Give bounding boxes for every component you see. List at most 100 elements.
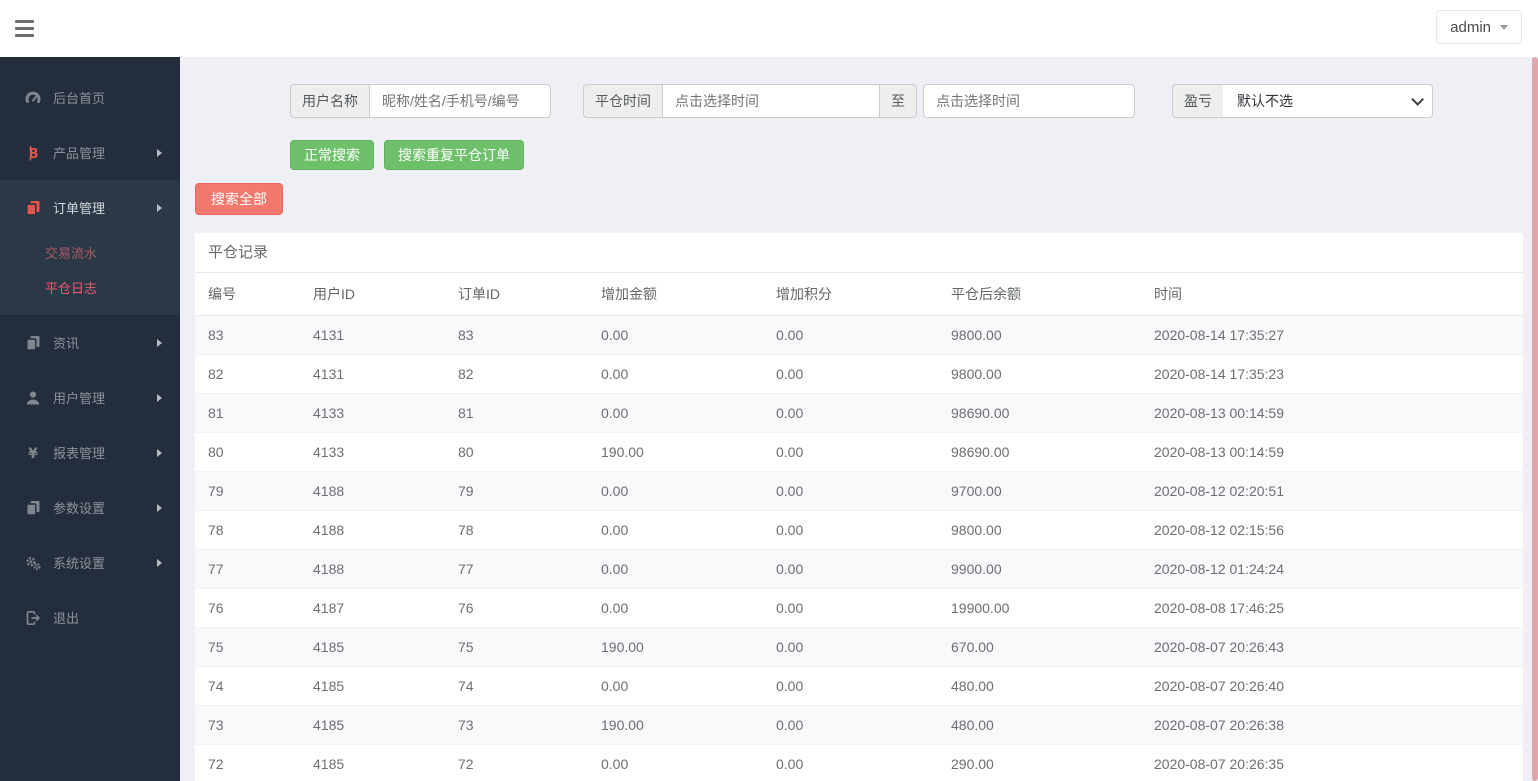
table-row: 78 4188 78 0.00 0.00 9800.00 2020-08-12 02:15:… (195, 510, 1523, 550)
chevron-right-icon (157, 338, 162, 347)
table-cell: 72 (195, 744, 305, 781)
profit-loss-label: 盈亏 (1172, 84, 1223, 118)
time-end-input[interactable] (923, 84, 1135, 118)
table-cell: 0.00 (768, 666, 943, 706)
sidebar-item-products[interactable]: B 产品管理 (0, 125, 180, 180)
search-all-button[interactable]: 搜索全部 (195, 183, 283, 215)
table-cell: 0.00 (768, 549, 943, 589)
table-cell: 4187 (305, 588, 450, 628)
user-menu-button[interactable]: admin (1436, 10, 1522, 44)
chevron-down-icon (1500, 24, 1508, 30)
table-cell: 0.00 (593, 549, 768, 589)
table-cell: 4133 (305, 393, 450, 433)
document-icon (25, 500, 42, 516)
chevron-right-icon (157, 148, 162, 157)
chevron-down-icon (1411, 92, 1424, 106)
time-start-input[interactable] (662, 84, 880, 118)
profit-loss-group: 盈亏 默认不选 (1172, 84, 1433, 118)
table-row: 72 4185 72 0.00 0.00 290.00 2020-08-07 20:26:3… (195, 744, 1523, 781)
profit-loss-select[interactable]: 默认不选 (1223, 84, 1433, 118)
table-cell: 2020-08-07 20:26:35 (1146, 744, 1523, 781)
column-header: 编号 (195, 273, 305, 316)
sidebar-item-params[interactable]: 参数设置 (0, 480, 180, 535)
sidebar-item-news[interactable]: 资讯 (0, 315, 180, 370)
table-cell: 79 (195, 471, 305, 511)
table-cell: 19900.00 (943, 588, 1146, 628)
table-cell: 77 (450, 549, 593, 589)
table-cell: 0.00 (593, 315, 768, 355)
yen-icon: ¥ (25, 445, 42, 461)
table-cell: 2020-08-13 00:14:59 (1146, 393, 1523, 433)
table-cell: 75 (450, 627, 593, 667)
sidebar-item-logout[interactable]: 退出 (0, 590, 180, 645)
table-cell: 4131 (305, 315, 450, 355)
table-cell: 81 (450, 393, 593, 433)
table-cell: 0.00 (593, 510, 768, 550)
column-header: 增加金额 (593, 273, 768, 316)
username-input[interactable] (369, 84, 551, 118)
sidebar-group-users: 用户管理 (0, 370, 180, 425)
document-icon (25, 335, 42, 351)
table-cell: 0.00 (768, 315, 943, 355)
dashboard-icon (25, 90, 42, 106)
table-cell: 72 (450, 744, 593, 781)
table-cell: 0.00 (768, 705, 943, 745)
gear-icon (25, 555, 42, 571)
table-cell: 4185 (305, 744, 450, 781)
table-cell: 9800.00 (943, 354, 1146, 394)
chevron-right-icon (157, 503, 162, 512)
table-cell: 2020-08-12 02:15:56 (1146, 510, 1523, 550)
table-cell: 73 (195, 705, 305, 745)
table-cell: 82 (195, 354, 305, 394)
table-cell: 0.00 (768, 354, 943, 394)
menu-toggle-icon[interactable] (15, 20, 34, 37)
table-cell: 81 (195, 393, 305, 433)
table-cell: 4185 (305, 666, 450, 706)
sidebar-item-label: 用户管理 (53, 391, 106, 406)
sidebar-item-orders[interactable]: 订单管理 (0, 180, 180, 235)
table-cell: 670.00 (943, 627, 1146, 667)
table-cell: 480.00 (943, 666, 1146, 706)
sidebar-item-label: 系统设置 (53, 556, 106, 571)
table-cell: 0.00 (768, 744, 943, 781)
page-scrollbar[interactable] (1532, 57, 1538, 781)
logout-icon (25, 610, 42, 626)
sidebar-item-close-log[interactable]: 平仓日志 (0, 270, 180, 305)
chevron-right-icon (157, 558, 162, 567)
table-cell: 4188 (305, 549, 450, 589)
sidebar-item-label: 报表管理 (53, 446, 106, 461)
table-cell: 75 (195, 627, 305, 667)
table-row: 82 4131 82 0.00 0.00 9800.00 2020-08-14 17:35:… (195, 354, 1523, 394)
sidebar-nav: 后台首页 B 产品管理 订单管理 交易流水 平仓日志资讯用户管理 ¥ 报表管理参数设置系统设置… (0, 57, 180, 645)
column-header: 订单ID (450, 273, 593, 316)
table-cell: 74 (450, 666, 593, 706)
table-body: 83 4131 83 0.00 0.00 9800.00 2020-08-14 17:35:… (195, 315, 1523, 781)
sidebar-item-label: 退出 (53, 611, 80, 626)
sidebar-item-trade-flow[interactable]: 交易流水 (0, 235, 180, 270)
sidebar-item-system[interactable]: 系统设置 (0, 535, 180, 590)
table-header-row: 编号 用户ID 订单ID 增加金额 增加积分 平仓后余额 时间 (195, 273, 1523, 316)
topbar: admin (0, 0, 1538, 57)
sidebar-item-reports[interactable]: ¥ 报表管理 (0, 425, 180, 480)
table-cell: 2020-08-14 17:35:23 (1146, 354, 1523, 394)
table-cell: 98690.00 (943, 393, 1146, 433)
table-row: 81 4133 81 0.00 0.00 98690.00 2020-08-13 00:14… (195, 393, 1523, 433)
sidebar-group-params: 参数设置 (0, 480, 180, 535)
table-cell: 190.00 (593, 705, 768, 745)
duplicate-orders-search-button[interactable]: 搜索重复平仓订单 (384, 140, 524, 170)
normal-search-button[interactable]: 正常搜索 (290, 140, 374, 170)
table-cell: 0.00 (593, 588, 768, 628)
table-cell: 4133 (305, 432, 450, 472)
table-cell: 0.00 (593, 471, 768, 511)
sidebar-group-products: B 产品管理 (0, 125, 180, 180)
table-cell: 0.00 (593, 354, 768, 394)
table-cell: 9900.00 (943, 549, 1146, 589)
sidebar-group-reports: ¥ 报表管理 (0, 425, 180, 480)
sidebar-item-home[interactable]: 后台首页 (0, 70, 180, 125)
panel-title: 平仓记录 (195, 233, 1523, 273)
table-cell: 9700.00 (943, 471, 1146, 511)
table-cell: 0.00 (768, 627, 943, 667)
table-cell: 190.00 (593, 627, 768, 667)
table-row: 74 4185 74 0.00 0.00 480.00 2020-08-07 20:26:4… (195, 666, 1523, 706)
sidebar-item-users[interactable]: 用户管理 (0, 370, 180, 425)
